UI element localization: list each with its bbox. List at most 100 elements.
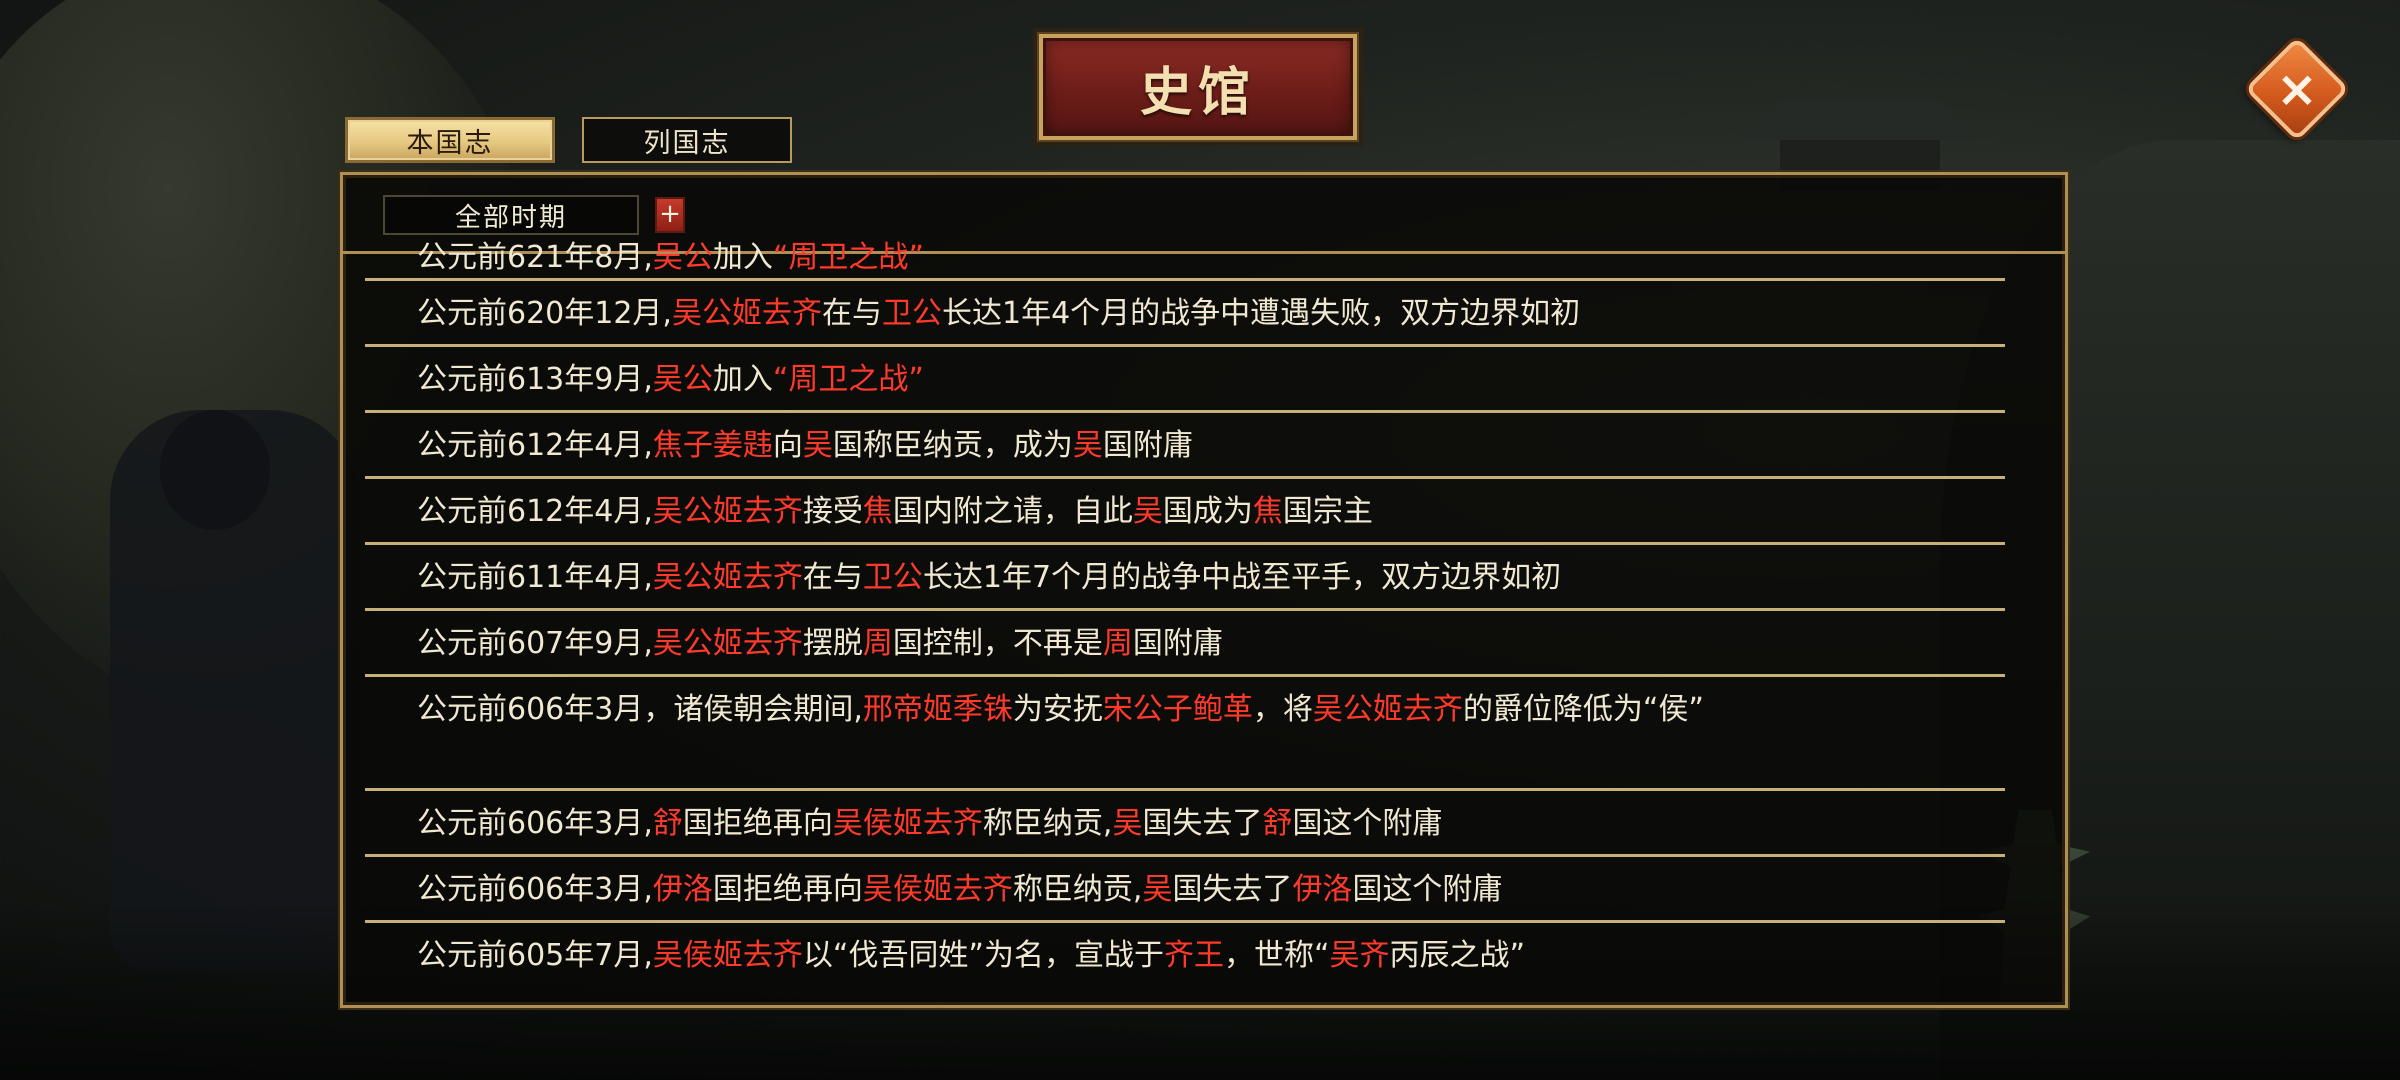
record-segment: 公元前620年12月, <box>417 296 672 331</box>
record-text: 公元前612年4月,吴公姬去齐接受焦国内附之请，自此吴国成为焦国宗主 <box>417 494 1373 529</box>
record-text: 公元前612年4月,焦子姜韪向吴国称臣纳贡，成为吴国附庸 <box>417 428 1193 463</box>
record-segment: 称臣纳贡, <box>982 806 1113 841</box>
highlight-term: 周 <box>862 626 893 661</box>
highlight-term: 吴公 <box>652 240 713 275</box>
record-segment: ，世称“ <box>1223 938 1330 973</box>
record-segment: 公元前613年9月, <box>417 362 653 397</box>
record-segment: 国这个附庸 <box>1292 806 1443 841</box>
record-row: 公元前613年9月,吴公加入“周卫之战” <box>365 347 2005 413</box>
record-text: 公元前613年9月,吴公加入“周卫之战” <box>417 362 924 397</box>
record-segment: 公元前606年3月，诸侯朝会期间, <box>417 692 863 727</box>
record-row: 公元前606年3月,舒国拒绝再向吴侯姬去齐称臣纳贡,吴国失去了舒国这个附庸 <box>365 791 2005 857</box>
record-text: 公元前621年8月,吴公加入“周卫之战” <box>417 240 924 275</box>
highlight-term: 吴齐 <box>1329 938 1390 973</box>
highlight-term: 焦 <box>862 494 893 529</box>
highlight-term: 齐王 <box>1163 938 1224 973</box>
record-segment: 接受 <box>802 494 863 529</box>
record-row: 公元前606年3月,伊洛国拒绝再向吴侯姬去齐称臣纳贡,吴国失去了伊洛国这个附庸 <box>365 857 2005 923</box>
highlight-term: 吴公姬去齐 <box>652 626 803 661</box>
highlight-term: “周卫之战” <box>772 362 924 397</box>
record-text: 公元前620年12月,吴公姬去齐在与卫公长达1年4个月的战争中遭遇失败，双方边界… <box>417 296 1580 331</box>
highlight-term: 吴公姬去齐 <box>671 296 822 331</box>
record-segment: 加入 <box>712 240 773 275</box>
record-segment: 国成为 <box>1162 494 1253 529</box>
record-row: 公元前621年8月,吴公加入“周卫之战” <box>365 237 2005 281</box>
highlight-term: 伊洛 <box>652 872 713 907</box>
record-segment: 国宗主 <box>1282 494 1373 529</box>
record-segment: 摆脱 <box>802 626 863 661</box>
record-segment: 公元前606年3月, <box>417 872 653 907</box>
record-segment: 国内附之请，自此 <box>892 494 1133 529</box>
highlight-term: 吴公姬去齐 <box>652 560 803 595</box>
record-segment: 在与 <box>821 296 882 331</box>
record-segment: 公元前621年8月, <box>417 240 653 275</box>
record-segment: 为安抚 <box>1012 692 1103 727</box>
temple-roof <box>1740 100 1980 140</box>
record-segment: 国拒绝再向 <box>682 806 833 841</box>
highlight-term: 吴 <box>802 428 833 463</box>
highlight-term: 吴公姬去齐 <box>1312 692 1463 727</box>
record-segment: 公元前607年9月, <box>417 626 653 661</box>
highlight-term: 吴 <box>1142 872 1173 907</box>
period-select[interactable]: 全部时期 <box>383 195 639 235</box>
highlight-term: 吴侯姬去齐 <box>652 938 803 973</box>
highlight-term: 邢帝姬季铢 <box>862 692 1013 727</box>
record-text: 公元前606年3月，诸侯朝会期间,邢帝姬季铢为安抚宋公子鲍革，将吴公姬去齐的爵位… <box>417 689 2057 731</box>
record-segment: 国附庸 <box>1132 626 1223 661</box>
record-row: 公元前612年4月,吴公姬去齐接受焦国内附之请，自此吴国成为焦国宗主 <box>365 479 2005 545</box>
record-segment: 国这个附庸 <box>1352 872 1503 907</box>
record-row: 公元前611年4月,吴公姬去齐在与卫公长达1年7个月的战争中战至平手，双方边界如… <box>365 545 2005 611</box>
highlight-term: 吴公 <box>652 362 713 397</box>
highlight-term: 焦 <box>1252 494 1283 529</box>
background-figure-head <box>160 410 270 530</box>
record-segment: 的爵位降低为“侯” <box>1462 692 1704 727</box>
record-segment: 长达1年7个月的战争中战至平手，双方边界如初 <box>922 560 1562 595</box>
title-plaque: 史馆 <box>1037 32 1359 142</box>
record-text: 公元前607年9月,吴公姬去齐摆脱周国控制，不再是周国附庸 <box>417 626 1223 661</box>
record-segment: 长达1年4个月的战争中遭遇失败，双方边界如初 <box>941 296 1581 331</box>
record-segment: 公元前606年3月, <box>417 806 653 841</box>
highlight-term: 卫公 <box>862 560 923 595</box>
record-segment: 公元前612年4月, <box>417 494 653 529</box>
highlight-term: 伊洛 <box>1292 872 1353 907</box>
record-text: 公元前605年7月,吴侯姬去齐以“伐吾同姓”为名，宣战于齐王，世称“吴齐丙辰之战… <box>417 938 1525 973</box>
close-button[interactable]: × <box>2244 36 2350 142</box>
close-icon: × <box>2276 60 2318 118</box>
record-segment: 公元前605年7月, <box>417 938 653 973</box>
record-segment: 丙辰之战” <box>1389 938 1526 973</box>
tab-states-chronicle[interactable]: 列国志 <box>582 117 792 163</box>
record-segment: ，将 <box>1252 692 1313 727</box>
record-text: 公元前606年3月,舒国拒绝再向吴侯姬去齐称臣纳贡,吴国失去了舒国这个附庸 <box>417 806 1442 841</box>
record-segment: 以“伐吾同姓”为名，宣战于 <box>802 938 1164 973</box>
record-list[interactable]: 公元前621年8月,吴公加入“周卫之战” 公元前620年12月,吴公姬去齐在与卫公… <box>343 240 2065 989</box>
highlight-term: 吴公姬去齐 <box>652 494 803 529</box>
highlight-term: 吴侯姬去齐 <box>862 872 1013 907</box>
record-row: 公元前605年7月,吴侯姬去齐以“伐吾同姓”为名，宣战于齐王，世称“吴齐丙辰之战… <box>365 923 2005 989</box>
record-segment: 向 <box>772 428 803 463</box>
record-text: 公元前611年4月,吴公姬去齐在与卫公长达1年7个月的战争中战至平手，双方边界如… <box>417 560 1561 595</box>
record-text: 公元前606年3月,伊洛国拒绝再向吴侯姬去齐称臣纳贡,吴国失去了伊洛国这个附庸 <box>417 872 1502 907</box>
record-segment: 国拒绝再向 <box>712 872 863 907</box>
highlight-term: “周卫之战” <box>772 240 924 275</box>
highlight-term: 周 <box>1102 626 1133 661</box>
highlight-term: 舒 <box>652 806 683 841</box>
record-segment: 称臣纳贡, <box>1012 872 1143 907</box>
highlight-term: 焦子姜韪 <box>652 428 773 463</box>
record-row: 公元前607年9月,吴公姬去齐摆脱周国控制，不再是周国附庸 <box>365 611 2005 677</box>
record-row: 公元前620年12月,吴公姬去齐在与卫公长达1年4个月的战争中遭遇失败，双方边界… <box>365 281 2005 347</box>
record-segment: 在与 <box>802 560 863 595</box>
record-segment: 公元前611年4月, <box>417 560 653 595</box>
record-segment: 国失去了 <box>1142 806 1263 841</box>
record-row: 公元前612年4月,焦子姜韪向吴国称臣纳贡，成为吴国附庸 <box>365 413 2005 479</box>
record-segment: 国附庸 <box>1102 428 1193 463</box>
expand-plus-icon[interactable]: + <box>655 197 685 233</box>
highlight-term: 舒 <box>1262 806 1293 841</box>
record-segment: 国控制，不再是 <box>892 626 1103 661</box>
highlight-term: 吴 <box>1132 494 1163 529</box>
highlight-term: 卫公 <box>881 296 942 331</box>
highlight-term: 吴 <box>1072 428 1103 463</box>
chronicle-panel: 全部时期 + 公元前621年8月,吴公加入“周卫之战” 公元前620年12月,吴公… <box>340 172 2068 1008</box>
highlight-term: 吴侯姬去齐 <box>832 806 983 841</box>
tab-own-state-chronicle[interactable]: 本国志 <box>345 117 555 163</box>
record-segment: 国失去了 <box>1172 872 1293 907</box>
